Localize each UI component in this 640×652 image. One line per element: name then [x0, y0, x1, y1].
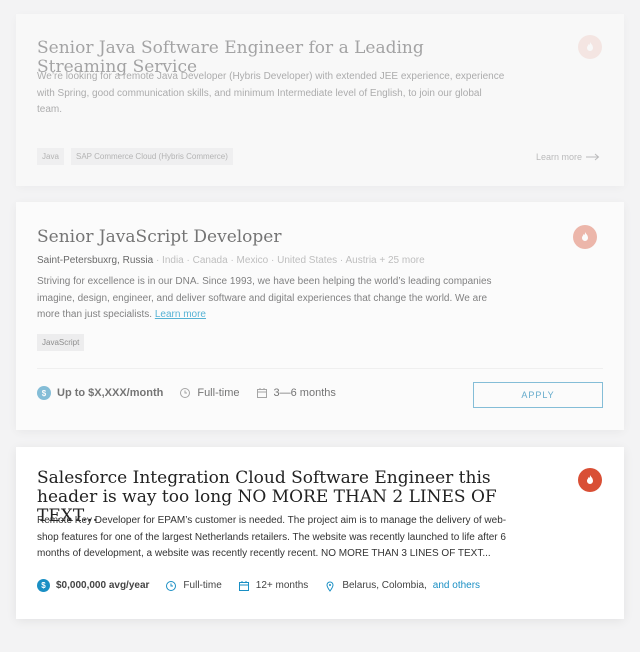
learn-more-link[interactable]: Learn more	[155, 309, 206, 320]
job-card[interactable]: Salesforce Integration Cloud Software En…	[16, 447, 624, 619]
duration: 3—6 months	[256, 387, 336, 399]
clock-icon	[166, 580, 177, 591]
hot-job-flame-icon	[578, 468, 602, 492]
job-title[interactable]: Senior JavaScript Developer	[37, 228, 507, 247]
employment-type: Full-time	[165, 580, 222, 592]
learn-more-link[interactable]: Learn more	[536, 152, 600, 162]
salary: $ Up to $X,XXX/month	[37, 386, 163, 400]
calendar-icon	[238, 580, 249, 591]
clock-icon	[180, 388, 191, 398]
salary: $ $0,000,000 avg/year	[37, 579, 149, 592]
other-locations-link[interactable]: and others	[433, 580, 480, 591]
duration: 12+ months	[238, 580, 309, 592]
locations: Belarus, Colombia, and others	[324, 580, 480, 592]
dollar-icon: $	[37, 386, 51, 400]
salary-text: Up to $X,XXX/month	[57, 387, 164, 399]
job-description: Remote Key Developer for EPAM’s customer…	[37, 515, 507, 559]
employment-text: Full-time	[183, 580, 222, 591]
employment-text: Full-time	[197, 387, 240, 399]
description-text: Striving for excellence is in our DNA. S…	[37, 276, 492, 320]
divider	[37, 368, 603, 369]
duration-text: 12+ months	[255, 580, 309, 591]
location-pin-icon	[326, 581, 334, 592]
other-locations: · India · Canada · Mexico · United State…	[155, 255, 425, 266]
location-text: Belarus, Colombia,	[342, 580, 427, 591]
hot-job-flame-icon	[578, 35, 602, 59]
job-card[interactable]: Senior JavaScript Developer Saint-Peters…	[16, 202, 624, 430]
employment-type: Full-time	[179, 387, 240, 399]
salary-text: $0,000,000 avg/year	[56, 580, 150, 591]
job-description: We’re looking for a remote Java Develope…	[37, 71, 505, 115]
arrow-right-icon	[586, 153, 600, 161]
dollar-icon: $	[37, 579, 50, 592]
job-meta: $ Up to $X,XXX/month Full-time 3—6 month…	[37, 386, 352, 400]
learn-more-label: Learn more	[535, 152, 582, 162]
job-locations: Saint-Petersbuxrg, Russia · India · Cana…	[37, 255, 425, 266]
job-description: Striving for excellence is in our DNA. S…	[37, 274, 507, 324]
primary-location: Saint-Petersbuxrg, Russia	[37, 255, 154, 266]
apply-button[interactable]: APPLY	[473, 382, 603, 408]
skill-tag[interactable]: JavaScript	[37, 334, 85, 351]
hot-job-flame-icon	[573, 225, 597, 249]
job-meta: $ $0,000,000 avg/year Full-time 12+ mont…	[37, 579, 496, 592]
duration-text: 3—6 months	[273, 387, 336, 399]
skill-tag[interactable]: SAP Commerce Cloud (Hybris Commerce)	[71, 148, 233, 165]
skill-tag[interactable]: Java	[37, 148, 64, 165]
calendar-icon	[256, 388, 267, 398]
job-card[interactable]: Senior Java Software Engineer for a Lead…	[16, 14, 624, 186]
